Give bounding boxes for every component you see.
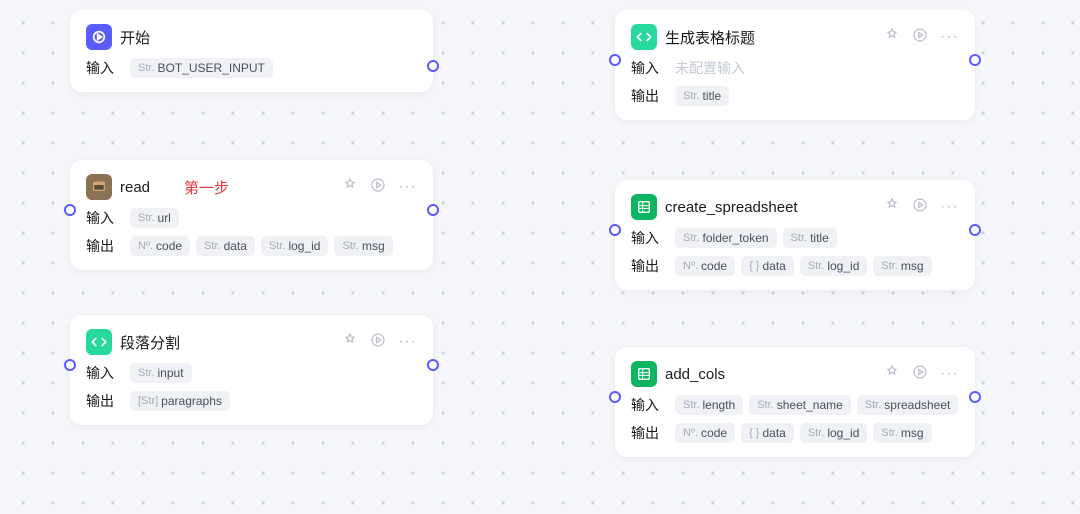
more-icon[interactable]: ··· <box>398 178 417 196</box>
param-pill: Str.log_id <box>800 423 868 443</box>
debug-icon[interactable] <box>884 27 900 48</box>
param-pill: Str.msg <box>334 236 392 256</box>
param-pill: { }data <box>741 423 794 443</box>
node-add-cols[interactable]: add_cols ··· 输入 Str.length Str.sheet_nam… <box>615 347 975 457</box>
input-port[interactable] <box>609 54 621 66</box>
param-pill: Nº.code <box>675 256 735 276</box>
node-title: create_spreadsheet <box>665 199 798 216</box>
play-icon[interactable] <box>370 332 386 353</box>
param-pill: Str.log_id <box>800 256 868 276</box>
param-pill: Str.spreadsheet <box>857 395 959 415</box>
input-placeholder: 未配置输入 <box>675 58 745 78</box>
param-pill: Str.log_id <box>261 236 329 256</box>
output-label: 输出 <box>631 86 665 106</box>
input-port[interactable] <box>64 359 76 371</box>
node-title: read <box>120 179 150 196</box>
output-label: 输出 <box>631 256 665 276</box>
param-pill: Str.folder_token <box>675 228 777 248</box>
output-port[interactable] <box>427 60 439 72</box>
param-pill: Str.title <box>783 228 837 248</box>
output-port[interactable] <box>427 359 439 371</box>
debug-icon[interactable] <box>884 197 900 218</box>
input-port[interactable] <box>64 204 76 216</box>
node-read[interactable]: read 第一步 ··· 输入 Str.url 输出 Nº.code Str.d… <box>70 160 433 270</box>
param-pill: Str.BOT_USER_INPUT <box>130 58 273 78</box>
spreadsheet-icon <box>631 194 657 220</box>
annotation-text: 第一步 <box>184 177 229 198</box>
param-pill: { }data <box>741 256 794 276</box>
node-title: 开始 <box>120 27 150 48</box>
spreadsheet-icon <box>631 361 657 387</box>
node-title: add_cols <box>665 366 725 383</box>
node-start[interactable]: 开始 输入 Str.BOT_USER_INPUT <box>70 10 433 92</box>
more-icon[interactable]: ··· <box>940 365 959 383</box>
output-port[interactable] <box>969 224 981 236</box>
debug-icon[interactable] <box>342 177 358 198</box>
param-pill: Str.length <box>675 395 743 415</box>
input-port[interactable] <box>609 224 621 236</box>
more-icon[interactable]: ··· <box>398 333 417 351</box>
output-port[interactable] <box>969 54 981 66</box>
param-pill: Str.url <box>130 208 179 228</box>
param-pill: Str.data <box>196 236 255 256</box>
output-label: 输出 <box>86 391 120 411</box>
debug-icon[interactable] <box>884 364 900 385</box>
param-pill: Str.msg <box>873 423 931 443</box>
param-pill: [Str]paragraphs <box>130 391 230 411</box>
debug-icon[interactable] <box>342 332 358 353</box>
input-label: 输入 <box>86 58 120 78</box>
node-title: 生成表格标题 <box>665 27 755 48</box>
param-pill: Str.title <box>675 86 729 106</box>
node-create-spreadsheet[interactable]: create_spreadsheet ··· 输入 Str.folder_tok… <box>615 180 975 290</box>
code-icon <box>631 24 657 50</box>
node-segment[interactable]: 段落分割 ··· 输入 Str.input 输出 [Str]paragraphs <box>70 315 433 425</box>
play-icon[interactable] <box>370 177 386 198</box>
output-port[interactable] <box>427 204 439 216</box>
play-icon[interactable] <box>912 364 928 385</box>
code-icon <box>86 329 112 355</box>
param-pill: Str.sheet_name <box>749 395 851 415</box>
param-pill: Str.input <box>130 363 192 383</box>
param-pill: Str.msg <box>873 256 931 276</box>
output-label: 输出 <box>631 423 665 443</box>
node-title: 段落分割 <box>120 332 180 353</box>
output-label: 输出 <box>86 236 120 256</box>
more-icon[interactable]: ··· <box>940 28 959 46</box>
start-icon <box>86 24 112 50</box>
input-label: 输入 <box>86 208 120 228</box>
play-icon[interactable] <box>912 197 928 218</box>
input-port[interactable] <box>609 391 621 403</box>
output-port[interactable] <box>969 391 981 403</box>
play-icon[interactable] <box>912 27 928 48</box>
more-icon[interactable]: ··· <box>940 198 959 216</box>
input-label: 输入 <box>86 363 120 383</box>
browser-icon <box>86 174 112 200</box>
node-gen-title[interactable]: 生成表格标题 ··· 输入 未配置输入 输出 Str.title <box>615 10 975 120</box>
param-pill: Nº.code <box>130 236 190 256</box>
param-pill: Nº.code <box>675 423 735 443</box>
input-label: 输入 <box>631 58 665 78</box>
input-label: 输入 <box>631 395 665 415</box>
input-label: 输入 <box>631 228 665 248</box>
